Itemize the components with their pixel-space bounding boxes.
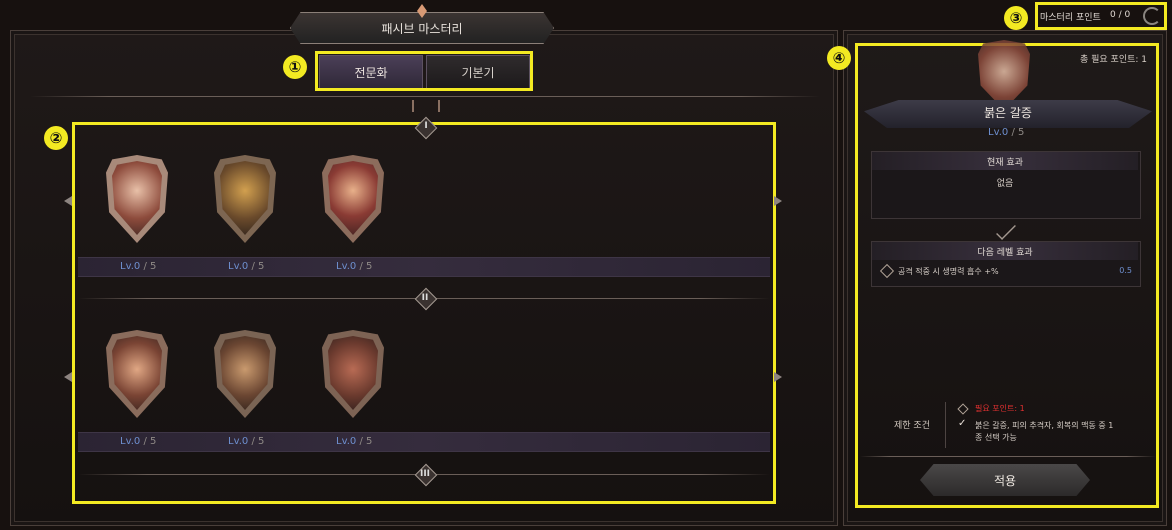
skill-4-level: Lv.0 / 5 <box>120 436 157 447</box>
next-effect-title: 다음 레벨 효과 <box>872 242 1138 260</box>
skill-2-level: Lv.0 / 5 <box>228 261 265 272</box>
tier-1-numeral: I <box>424 121 428 131</box>
skill-6-level: Lv.0 / 5 <box>336 436 373 447</box>
apply-divider <box>860 456 1156 457</box>
row-1-right-arrow-icon <box>774 196 782 206</box>
annotation-badge-1: ① <box>283 55 307 79</box>
row-1-left-arrow-icon <box>64 196 72 206</box>
row-2-level-bar <box>78 432 770 452</box>
skill-3-level: Lv.0 / 5 <box>336 261 373 272</box>
restriction-divider <box>945 402 946 448</box>
divider-ornament-icon <box>412 100 440 112</box>
highlight-box-tabs <box>315 51 533 91</box>
current-effect-value: 없음 <box>996 179 1014 189</box>
restriction-label: 제한 조건 <box>894 421 930 431</box>
restriction-required-points: 필요 포인트: 1 <box>975 404 1025 413</box>
restriction-note-line1: 붉은 갈증, 피의 추격자, 회복의 맥동 중 1 <box>975 421 1114 430</box>
restriction-check-icon: ✓ <box>958 418 967 429</box>
tier-3-numeral: III <box>419 469 431 479</box>
total-required-points: 총 필요 포인트: 1 <box>1080 55 1148 65</box>
mastery-points-label: 마스터리 포인트 <box>1040 13 1101 23</box>
row-2-right-arrow-icon <box>774 372 782 382</box>
annotation-badge-2: ② <box>44 126 68 150</box>
mastery-points-value: 0 / 0 <box>1110 10 1131 20</box>
skill-1-level: Lv.0 / 5 <box>120 261 157 272</box>
next-effect-value: 0.5 <box>1119 266 1132 275</box>
current-effect-title: 현재 효과 <box>872 152 1138 170</box>
apply-button[interactable]: 적용 <box>920 464 1090 496</box>
row-1-level-bar <box>78 257 770 277</box>
row-2-left-arrow-icon <box>64 372 72 382</box>
skill-5-level: Lv.0 / 5 <box>228 436 265 447</box>
refresh-icon[interactable] <box>1143 7 1161 25</box>
next-effect-description: 공격 적중 시 생명력 흡수 +% <box>898 267 999 276</box>
tier-2-numeral: II <box>421 293 429 303</box>
annotation-badge-4: ④ <box>827 46 851 70</box>
selected-skill-level: Lv.0 / 5 <box>988 127 1025 138</box>
restriction-note-line2: 종 선택 가능 <box>975 433 1017 442</box>
annotation-badge-3: ③ <box>1004 6 1028 30</box>
header-divider <box>30 96 820 97</box>
selected-skill-name: 붉은 갈증 <box>984 106 1032 120</box>
